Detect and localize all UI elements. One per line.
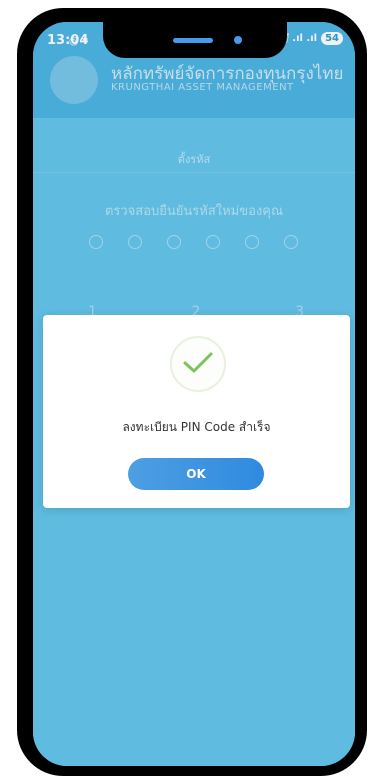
check-icon xyxy=(183,352,213,373)
success-dialog: ลงทะเบียน PIN Code สำเร็จ OK xyxy=(43,315,350,508)
success-check-icon xyxy=(170,336,226,392)
app-screen: หลักทรัพย์จัดการกองทุนกรุงไทย KRUNGTHAI … xyxy=(33,22,355,766)
ok-button[interactable]: OK xyxy=(128,458,264,490)
success-message: ลงทะเบียน PIN Code สำเร็จ xyxy=(122,420,271,434)
